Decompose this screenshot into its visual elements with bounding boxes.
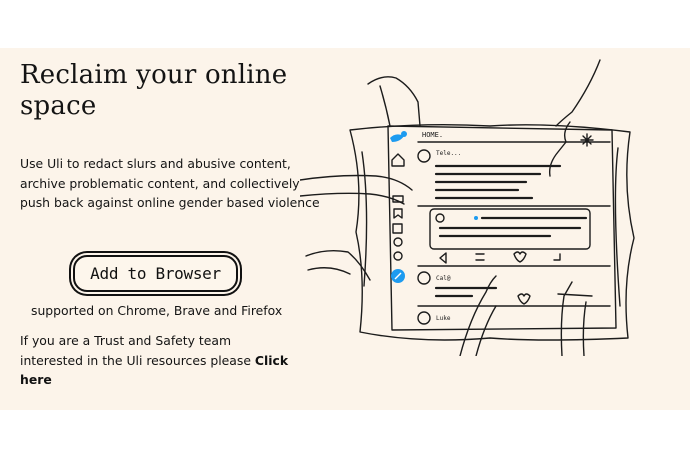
more-icon (393, 251, 403, 261)
trust-safety-label: If you are a Trust and Safety team inter… (20, 333, 255, 368)
list-icon (392, 223, 403, 234)
bookmark-icon (393, 208, 403, 219)
twitter-bird-icon (390, 131, 407, 142)
post1-handle: Tele... (436, 150, 461, 157)
add-to-browser-button[interactable]: Add to Browser (73, 255, 238, 292)
page-title: Reclaim your online space (20, 60, 288, 121)
hands-illustration (299, 59, 601, 357)
post3-handle: Cal@ (436, 275, 451, 282)
supported-browsers-text: supported on Chrome, Brave and Firefox (31, 303, 283, 318)
feed-header-label: HOME. (422, 131, 443, 139)
feed-post-1: Tele... (417, 149, 562, 200)
sparkle-icon (580, 133, 594, 147)
feed-post-4: Luke (417, 311, 451, 325)
feed-post-3: Cal@ (417, 271, 531, 305)
profile-icon (393, 237, 403, 247)
post4-handle: Luke (436, 315, 451, 322)
hero-description: Use Uli to redact slurs and abusive cont… (20, 156, 320, 211)
hero-illustration: HOME. Tele... Cal@ Luke (299, 56, 650, 357)
trust-safety-text: If you are a Trust and Safety team inter… (20, 331, 290, 390)
home-icon (391, 153, 405, 167)
sidebar-icons (391, 153, 405, 283)
feed-post-2 (429, 208, 591, 264)
